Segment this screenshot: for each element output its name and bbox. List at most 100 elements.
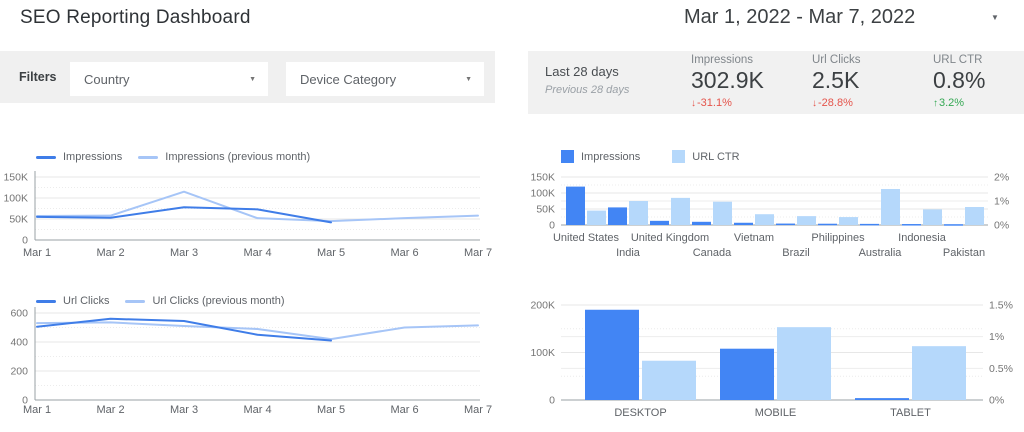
device-category-filter-label: Device Category <box>300 72 396 87</box>
chart-legend: Impressions URL CTR <box>561 150 740 163</box>
legend-item: Impressions <box>36 151 122 163</box>
bar-left-axis[interactable] <box>608 207 627 225</box>
bar-right-axis[interactable] <box>671 198 690 225</box>
svg-text:200: 200 <box>10 366 28 378</box>
bar-right-axis[interactable] <box>642 361 696 400</box>
period-label: Last 28 days <box>545 64 629 79</box>
bar-left-axis[interactable] <box>818 224 837 226</box>
bar-right-axis[interactable] <box>923 209 942 225</box>
bar-right-axis[interactable] <box>629 201 648 225</box>
comparison-period-label: Previous 28 days <box>545 84 629 96</box>
legend-label: URL CTR <box>692 151 739 163</box>
bar-left-axis[interactable] <box>720 349 774 400</box>
impressions-by-device-chart[interactable]: 0%0.5%1%1.5%0100K200KDESKTOPMOBILETABLET <box>528 290 1024 425</box>
url-clicks-trend-chart[interactable]: Url Clicks Url Clicks (previous month)020… <box>0 290 498 422</box>
svg-text:Mar 6: Mar 6 <box>390 247 418 258</box>
legend-label: Url Clicks (previous month) <box>152 295 284 307</box>
date-range-picker[interactable]: Mar 1, 2022 - Mar 7, 2022 <box>684 6 915 29</box>
svg-text:600: 600 <box>10 308 28 320</box>
legend-swatch-icon <box>561 150 574 163</box>
legend-item: Impressions <box>561 150 640 163</box>
line-series[interactable] <box>37 319 331 341</box>
down-arrow-icon: ↓ <box>691 98 696 109</box>
up-arrow-icon: ↑ <box>933 98 938 109</box>
svg-text:Mar 1: Mar 1 <box>23 404 51 416</box>
svg-text:Mar 1: Mar 1 <box>23 247 51 258</box>
metric-value: 302.9K <box>691 67 764 94</box>
svg-text:400: 400 <box>10 337 28 349</box>
country-filter-label: Country <box>84 72 130 87</box>
svg-text:Mar 4: Mar 4 <box>243 404 271 416</box>
chart-canvas[interactable]: 0%1%2%050K100K150KUnited StatesIndiaUnit… <box>528 146 1024 262</box>
svg-text:200K: 200K <box>530 300 555 312</box>
bar-left-axis[interactable] <box>566 187 585 225</box>
bar-left-axis[interactable] <box>650 221 669 225</box>
svg-text:150K: 150K <box>3 172 28 184</box>
svg-text:TABLET: TABLET <box>890 407 931 419</box>
bar-left-axis[interactable] <box>855 398 909 400</box>
svg-text:DESKTOP: DESKTOP <box>614 407 666 419</box>
bar-left-axis[interactable] <box>776 224 795 226</box>
bar-right-axis[interactable] <box>755 214 774 225</box>
impressions-trend-chart[interactable]: ImpressionsImpressions (previous month) 0… <box>0 146 498 258</box>
bar-left-axis[interactable] <box>902 224 921 226</box>
legend-label: Url Clicks <box>63 295 109 307</box>
bar-right-axis[interactable] <box>713 202 732 225</box>
metric-value: 0.8% <box>933 67 985 94</box>
bar-right-axis[interactable] <box>797 216 816 225</box>
svg-text:Mar 7: Mar 7 <box>464 404 492 416</box>
svg-text:United States: United States <box>553 232 620 244</box>
svg-text:0.5%: 0.5% <box>989 363 1013 375</box>
impressions-by-country-chart[interactable]: ImpressionsURL CTR0%1%2%050K100K150KUnit… <box>528 146 1024 262</box>
bar-left-axis[interactable] <box>944 224 963 226</box>
bar-left-axis[interactable] <box>860 224 879 226</box>
bar-right-axis[interactable] <box>839 217 858 225</box>
svg-text:0: 0 <box>549 220 555 232</box>
metric-delta-value: -28.8% <box>818 97 853 109</box>
legend-swatch-icon <box>36 156 56 159</box>
line-series[interactable] <box>37 322 478 339</box>
bar-right-axis[interactable] <box>777 327 831 400</box>
chart-canvas[interactable]: 0%0.5%1%1.5%0100K200KDESKTOPMOBILETABLET <box>528 290 1024 425</box>
svg-text:Mar 7: Mar 7 <box>464 247 492 258</box>
bar-right-axis[interactable] <box>912 346 966 400</box>
bar-left-axis[interactable] <box>692 222 711 225</box>
svg-text:0: 0 <box>549 395 555 407</box>
device-category-filter-dropdown[interactable]: Device Category ▼ <box>286 62 484 96</box>
metric-url-clicks: Url Clicks 2.5K ↓-28.8% <box>812 54 861 109</box>
svg-text:0: 0 <box>22 235 28 247</box>
svg-text:Mar 3: Mar 3 <box>170 404 198 416</box>
metric-label: Url Clicks <box>812 54 861 66</box>
svg-text:0%: 0% <box>989 395 1004 407</box>
metric-value: 2.5K <box>812 67 861 94</box>
metric-delta: ↑3.2% <box>933 97 985 109</box>
svg-text:Brazil: Brazil <box>782 247 810 259</box>
filter-bar: Filters Country ▼ Device Category ▼ <box>0 51 495 103</box>
bar-left-axis[interactable] <box>734 223 753 225</box>
svg-text:2%: 2% <box>994 172 1009 184</box>
bar-right-axis[interactable] <box>881 189 900 225</box>
metric-url-ctr: URL CTR 0.8% ↑3.2% <box>933 54 985 109</box>
svg-text:Mar 5: Mar 5 <box>317 247 345 258</box>
svg-text:Canada: Canada <box>693 247 732 259</box>
chart-legend: ImpressionsImpressions (previous month) <box>36 151 310 163</box>
metric-delta: ↓-28.8% <box>812 97 861 109</box>
svg-text:50K: 50K <box>9 214 28 226</box>
svg-text:Mar 4: Mar 4 <box>243 247 271 258</box>
date-range-label: Mar 1, 2022 - Mar 7, 2022 <box>684 6 915 28</box>
chart-canvas[interactable]: 0200400600Mar 1Mar 2Mar 3Mar 4Mar 5Mar 6… <box>0 290 498 422</box>
legend-label: Impressions <box>581 151 640 163</box>
svg-text:100K: 100K <box>3 193 28 205</box>
bar-left-axis[interactable] <box>585 310 639 400</box>
down-arrow-icon: ↓ <box>812 98 817 109</box>
metric-label: URL CTR <box>933 54 985 66</box>
bar-right-axis[interactable] <box>587 211 606 225</box>
chart-legend: Url Clicks Url Clicks (previous month) <box>36 295 284 307</box>
legend-swatch-icon <box>125 300 145 303</box>
date-caret-icon[interactable]: ▼ <box>991 13 999 22</box>
legend-item: Url Clicks (previous month) <box>125 295 284 307</box>
country-filter-dropdown[interactable]: Country ▼ <box>70 62 268 96</box>
svg-text:Indonesia: Indonesia <box>898 232 947 244</box>
bar-right-axis[interactable] <box>965 207 984 225</box>
chevron-down-icon: ▼ <box>249 76 256 83</box>
